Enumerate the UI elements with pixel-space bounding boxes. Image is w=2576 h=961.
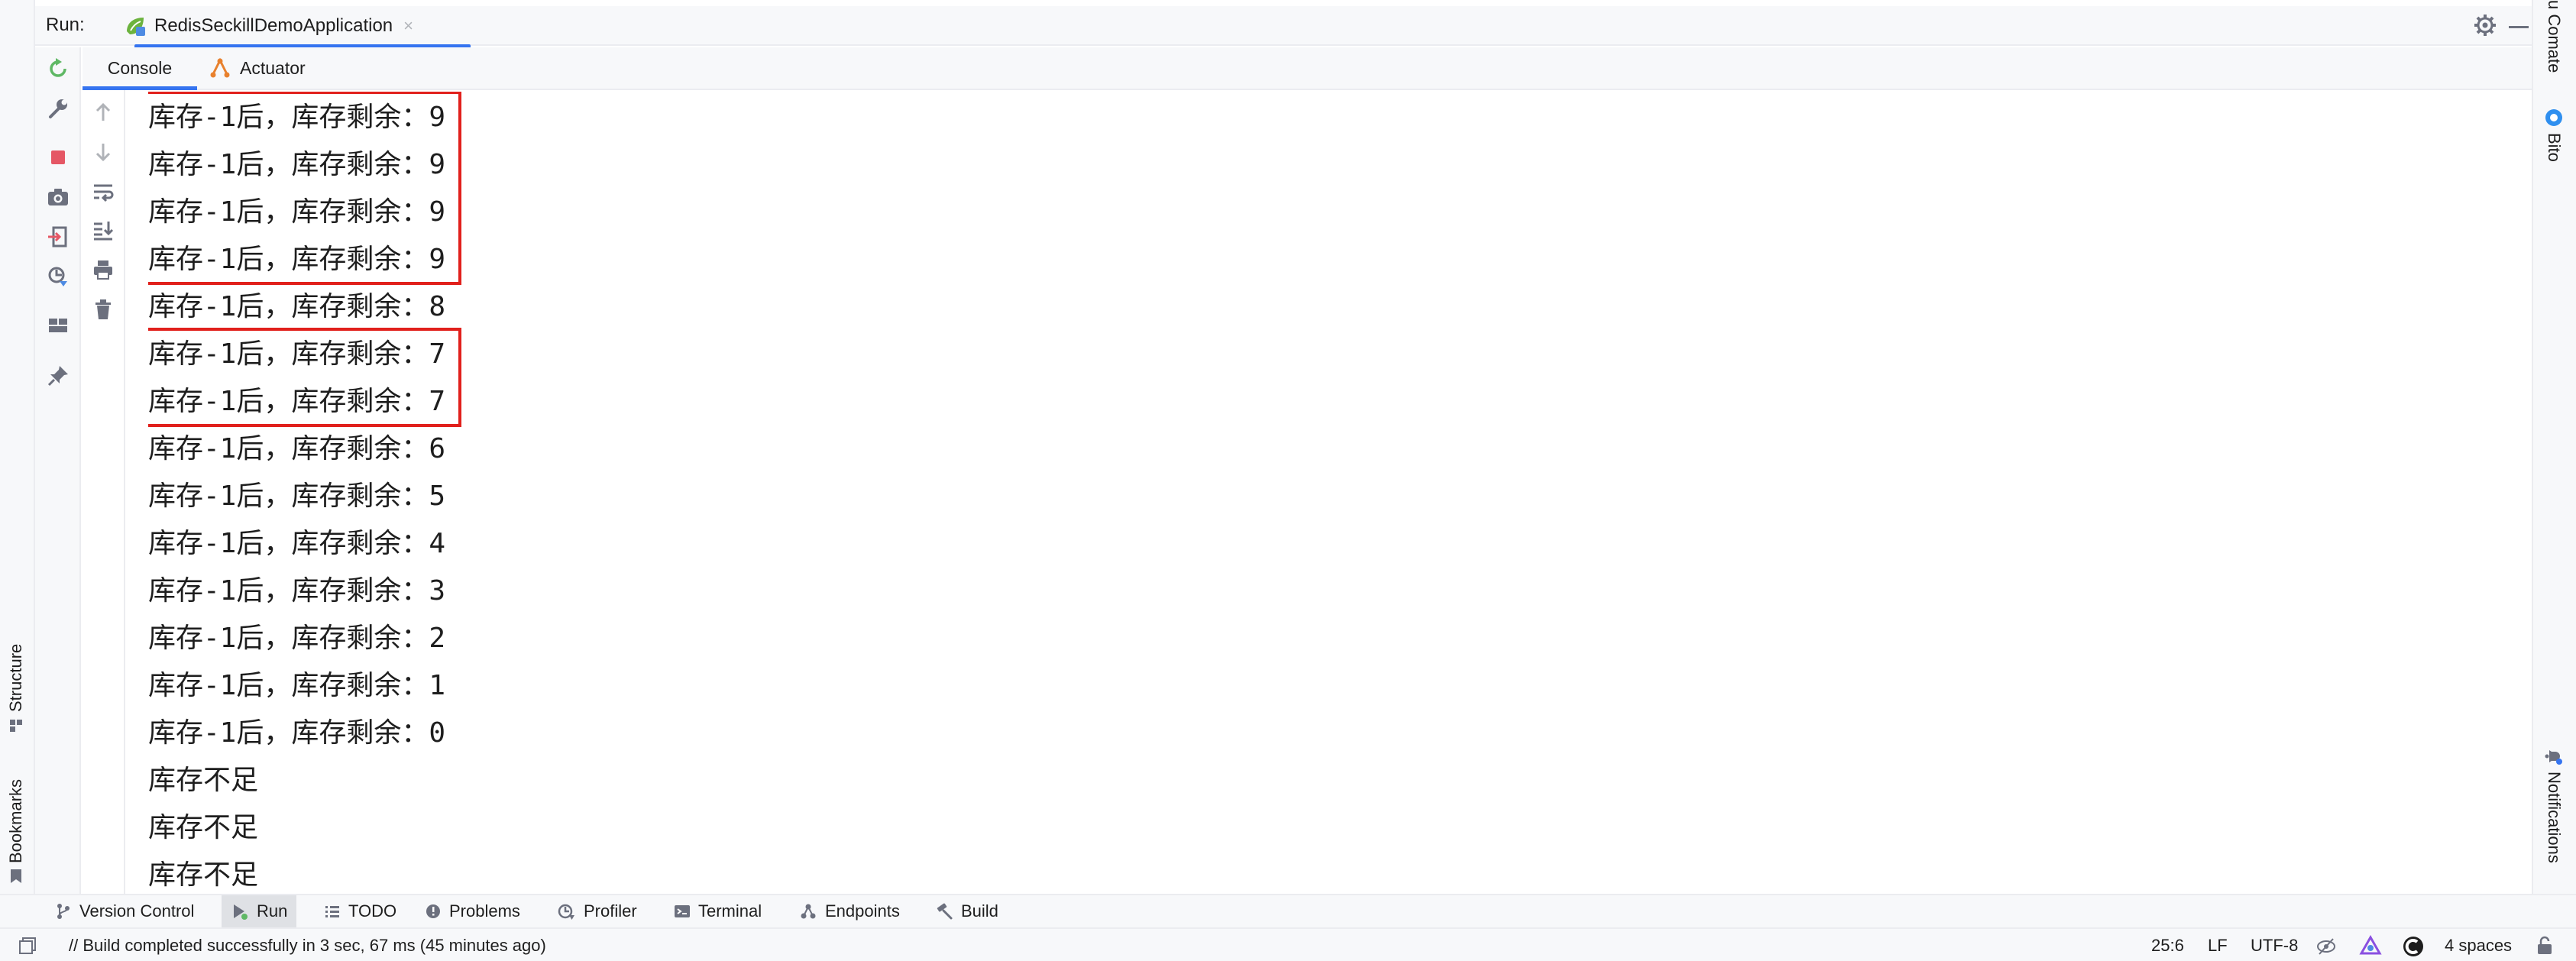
tab-actuator-label: Actuator bbox=[240, 57, 306, 78]
pin-icon[interactable] bbox=[46, 364, 70, 388]
tool-window-label: TODO bbox=[348, 901, 397, 921]
tool-window-todo[interactable]: TODO bbox=[315, 895, 406, 927]
comate-tool-button[interactable]: u Comate bbox=[2544, 0, 2564, 73]
console-line: 库存-1后，库存剩余：3 bbox=[148, 575, 446, 607]
tab-console[interactable]: Console bbox=[83, 47, 197, 90]
tab-console-label: Console bbox=[107, 57, 173, 78]
console-line: 库存-1后，库存剩余：8 bbox=[148, 291, 446, 322]
left-tool-strip: Structure Bookmarks bbox=[0, 0, 35, 894]
actuator-icon bbox=[210, 57, 230, 78]
tool-window-problems[interactable]: Problems bbox=[416, 895, 529, 927]
tool-window-run[interactable]: Run bbox=[222, 895, 297, 927]
structure-tool-button[interactable]: Structure bbox=[6, 644, 26, 733]
bito-label: Bito bbox=[2545, 133, 2564, 162]
console-line: 库存不足 bbox=[148, 812, 259, 843]
tool-window-endpoints[interactable]: Endpoints bbox=[790, 895, 909, 927]
bookmarks-label: Bookmarks bbox=[6, 778, 25, 863]
line-separator[interactable]: LF bbox=[2208, 936, 2228, 956]
ai-assistant-icon[interactable] bbox=[2359, 935, 2382, 958]
notifications-label: Notifications bbox=[2545, 772, 2564, 863]
arrow-down-icon[interactable] bbox=[92, 141, 115, 163]
no-inspection-icon[interactable] bbox=[2316, 937, 2336, 956]
console-line: 库存不足 bbox=[148, 765, 259, 796]
tool-window-bar: Version Control Run TODO Problems Profil… bbox=[0, 894, 2576, 927]
stop-icon[interactable] bbox=[46, 145, 70, 170]
console-line: 库存不足 bbox=[148, 859, 259, 891]
run-icon bbox=[234, 904, 248, 920]
console-line: 库存-1后，库存剩余：2 bbox=[148, 623, 446, 654]
soft-wrap-icon[interactable] bbox=[92, 180, 115, 203]
console-line: 库存-1后，库存剩余：0 bbox=[148, 717, 446, 749]
console-line: 库存-1后，库存剩余：1 bbox=[148, 670, 446, 701]
trash-icon[interactable] bbox=[92, 298, 115, 321]
branch-icon bbox=[57, 904, 70, 919]
tool-window-label: Build bbox=[961, 901, 998, 921]
tool-window-profiler[interactable]: Profiler bbox=[549, 895, 646, 927]
structure-label: Structure bbox=[6, 643, 25, 712]
tool-window-label: Run bbox=[257, 901, 288, 921]
wrench-icon[interactable] bbox=[46, 96, 70, 121]
tool-window-label: Problems bbox=[449, 901, 520, 921]
status-message[interactable]: // Build completed successfully in 3 sec… bbox=[69, 936, 546, 956]
console-toolbar bbox=[83, 90, 125, 894]
copilot-icon[interactable] bbox=[2402, 935, 2425, 958]
print-icon[interactable] bbox=[92, 258, 115, 281]
console-output[interactable]: 库存-1后，库存剩余：9 库存-1后，库存剩余：9 库存-1后，库存剩余：9 库存-1… bbox=[148, 92, 2516, 892]
console-line: 库存-1后，库存剩余：6 bbox=[148, 433, 446, 464]
profiler-icon bbox=[558, 904, 574, 920]
tool-window-terminal[interactable]: Terminal bbox=[665, 895, 771, 927]
gear-icon[interactable] bbox=[2474, 14, 2497, 37]
tab-actuator[interactable]: Actuator bbox=[203, 47, 306, 89]
structure-icon bbox=[10, 720, 22, 732]
rerun-icon[interactable] bbox=[46, 57, 70, 81]
run-config-tab[interactable]: RedisSeckillDemoApplication × bbox=[115, 6, 422, 46]
hammer-icon bbox=[937, 903, 953, 920]
close-tab-icon[interactable]: × bbox=[403, 16, 413, 36]
caret-position[interactable]: 25:6 bbox=[2151, 936, 2184, 956]
list-icon bbox=[325, 906, 339, 917]
bito-icon bbox=[2545, 109, 2562, 126]
run-sub-tabs: Console Actuator bbox=[83, 47, 2532, 90]
run-config-name: RedisSeckillDemoApplication bbox=[154, 15, 393, 36]
right-tool-strip: u Comate Bito Notifications bbox=[2532, 0, 2576, 894]
lock-icon[interactable] bbox=[2535, 935, 2555, 956]
run-tool-window-header: Run: RedisSeckillDemoApplication × bbox=[35, 6, 2532, 49]
tool-window-label: Version Control bbox=[79, 901, 195, 921]
run-toolbar bbox=[35, 47, 81, 894]
tool-window-version-control[interactable]: Version Control bbox=[46, 895, 203, 927]
bito-tool-button[interactable]: Bito bbox=[2544, 108, 2564, 162]
toggle-tool-windows-icon[interactable] bbox=[18, 937, 37, 955]
file-encoding[interactable]: UTF-8 bbox=[2251, 936, 2298, 956]
terminal-icon bbox=[675, 905, 690, 917]
bookmark-icon bbox=[11, 869, 21, 883]
console-line: 库存-1后，库存剩余：5 bbox=[148, 480, 446, 512]
warning-icon bbox=[426, 904, 440, 918]
tool-window-build[interactable]: Build bbox=[926, 895, 1008, 927]
tool-window-label: Terminal bbox=[698, 901, 762, 921]
minimize-icon[interactable] bbox=[2509, 26, 2529, 28]
tool-window-label: Profiler bbox=[584, 901, 637, 921]
coverage-icon[interactable] bbox=[46, 264, 70, 289]
layout-icon[interactable] bbox=[46, 313, 70, 338]
tool-window-label: Endpoints bbox=[825, 901, 900, 921]
duplicate-highlight-box bbox=[148, 92, 461, 285]
bell-icon bbox=[2545, 750, 2562, 765]
run-label: Run: bbox=[46, 15, 85, 35]
duplicate-highlight-box bbox=[148, 328, 461, 427]
comate-label: u Comate bbox=[2545, 0, 2564, 73]
console-line: 库存-1后，库存剩余：4 bbox=[148, 528, 446, 559]
endpoints-icon bbox=[801, 904, 816, 919]
spring-boot-icon bbox=[127, 18, 145, 36]
status-bar: // Build completed successfully in 3 sec… bbox=[0, 927, 2576, 961]
exit-login-icon[interactable] bbox=[46, 225, 70, 249]
bookmarks-tool-button[interactable]: Bookmarks bbox=[6, 779, 26, 883]
indent-setting[interactable]: 4 spaces bbox=[2445, 936, 2512, 956]
arrow-up-icon[interactable] bbox=[92, 101, 115, 124]
scroll-to-end-icon[interactable] bbox=[92, 218, 115, 241]
camera-icon[interactable] bbox=[46, 185, 70, 209]
notifications-tool-button[interactable]: Notifications bbox=[2544, 747, 2564, 863]
